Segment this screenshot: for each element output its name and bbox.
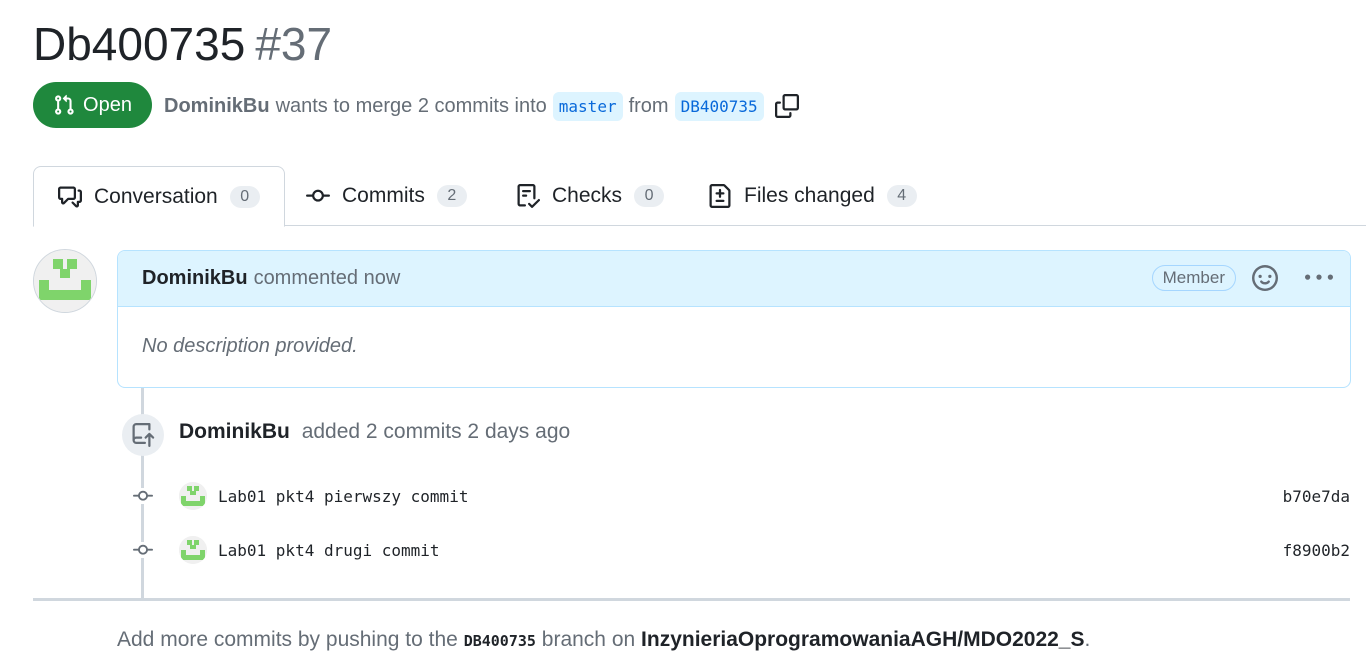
commit-message-link[interactable]: Lab01 pkt4 pierwszy commit	[218, 487, 468, 506]
git-commit-icon	[133, 490, 153, 501]
comment-author-link[interactable]: DominikBu	[142, 267, 248, 290]
hint-prefix: Add more commits by pushing to the	[117, 628, 458, 651]
comment-discussion-icon	[58, 186, 82, 207]
pr-title-text: Db400735	[33, 18, 246, 70]
tab-files-changed-count: 4	[886, 185, 917, 207]
tab-conversation[interactable]: Conversation 0	[33, 166, 285, 227]
pr-meta: DominikBu wants to merge 2 commits into …	[164, 90, 800, 122]
copy-icon	[774, 94, 799, 118]
tab-conversation-count: 0	[229, 185, 260, 208]
head-branch-link[interactable]: DB400735	[674, 91, 764, 121]
commit-sha-link[interactable]: b70e7da	[1283, 487, 1350, 506]
tab-conversation-label: Conversation	[94, 184, 218, 208]
pr-summary-text: wants to merge 2 commits into	[275, 94, 547, 117]
event-author-link[interactable]: DominikBu	[179, 420, 290, 443]
add-reaction-button[interactable]	[1252, 265, 1278, 291]
base-branch-link[interactable]: master	[552, 91, 623, 121]
commit-node	[128, 542, 158, 558]
commit-sha-link[interactable]: f8900b2	[1283, 541, 1350, 560]
kebab-horizontal-icon	[1305, 274, 1333, 280]
comment-timestamp: commented now	[253, 267, 401, 289]
identicon-avatar	[179, 482, 207, 510]
file-diff-icon	[709, 184, 731, 208]
git-commit-icon	[306, 189, 330, 202]
tab-commits[interactable]: Commits 2	[306, 166, 467, 226]
comment-header: DominikBu commented now Member	[118, 251, 1350, 307]
pr-author-link[interactable]: DominikBu	[164, 95, 270, 118]
repo-link[interactable]: InzynieriaOprogramowaniaAGH/MDO2022_S	[641, 628, 1084, 651]
member-badge: Member	[1151, 265, 1236, 291]
identicon-avatar	[34, 250, 96, 312]
tab-checks[interactable]: Checks 0	[516, 166, 665, 226]
tab-checks-count: 0	[634, 185, 665, 207]
push-event-badge	[122, 414, 164, 456]
commit-author-avatar[interactable]	[179, 482, 207, 510]
tab-commits-count: 2	[436, 185, 467, 207]
pr-number: #37	[255, 18, 333, 70]
commit-row: Lab01 pkt4 drugi commit f8900b2	[128, 534, 1350, 566]
push-event-text: DominikBu added 2 commits 2 days ago	[179, 420, 570, 444]
pr-title: Db400735 #37	[33, 14, 332, 74]
commit-message-link[interactable]: Lab01 pkt4 drugi commit	[218, 541, 440, 560]
git-commit-icon	[133, 544, 153, 555]
comment-options-button[interactable]	[1304, 264, 1334, 292]
push-hint: Add more commits by pushing to the DB400…	[117, 628, 1090, 652]
pr-state-label: Open	[83, 93, 132, 116]
commit-node	[128, 488, 158, 504]
event-description: added 2 commits 2 days ago	[301, 420, 571, 443]
hint-middle: branch on	[541, 628, 636, 651]
comment-body: No description provided.	[142, 335, 358, 357]
tab-commits-label: Commits	[342, 184, 425, 207]
hint-branch: DB400735	[463, 632, 536, 650]
pr-tabs: Conversation 0 Commits 2 Checks 0 Files …	[0, 166, 1366, 227]
commit-row: Lab01 pkt4 pierwszy commit b70e7da	[128, 480, 1350, 512]
tab-files-changed[interactable]: Files changed 4	[708, 166, 917, 226]
hint-suffix: .	[1084, 628, 1091, 651]
tab-checks-label: Checks	[552, 184, 623, 207]
from-text: from	[628, 94, 669, 117]
repo-push-icon	[132, 423, 155, 447]
avatar[interactable]	[33, 249, 97, 313]
comment-box: DominikBu commented now Member No descri…	[117, 250, 1351, 388]
tab-files-changed-label: Files changed	[744, 184, 875, 207]
pr-state-badge: Open	[33, 82, 152, 128]
copy-branch-button[interactable]	[774, 93, 800, 119]
smiley-icon	[1252, 265, 1278, 291]
timeline-end-rule	[33, 598, 1350, 601]
git-pull-request-icon	[55, 94, 74, 115]
commit-author-avatar[interactable]	[179, 536, 207, 564]
identicon-avatar	[179, 536, 207, 564]
checklist-icon	[517, 184, 540, 208]
